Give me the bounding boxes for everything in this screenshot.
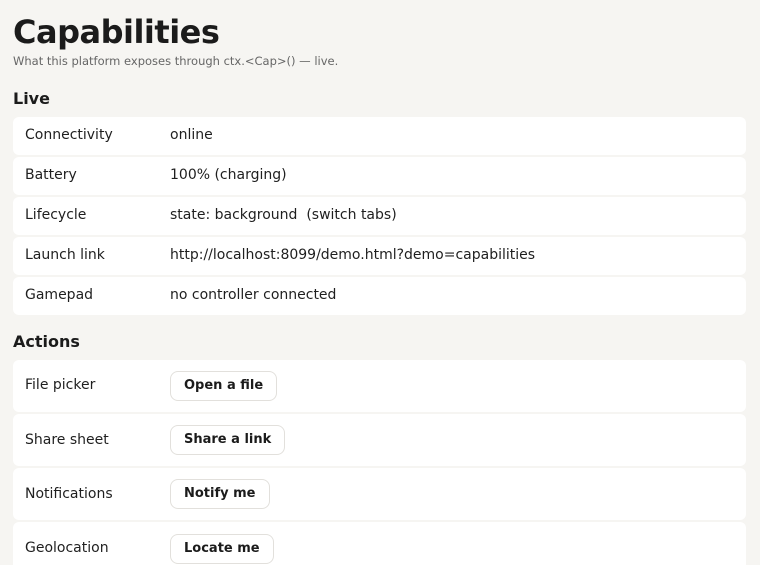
geolocation-label: Geolocation [25,540,109,556]
actions-section-heading: Actions [13,332,80,351]
lifecycle-value: state: background (switch tabs) [170,207,397,223]
live-row-lifecycle: Lifecycle state: background (switch tabs… [13,197,746,235]
share-link-button[interactable]: Share a link [170,425,286,455]
open-file-button[interactable]: Open a file [170,371,278,401]
page-subtitle: What this platform exposes through ctx.<… [13,54,339,68]
gamepad-label: Gamepad [25,287,94,303]
live-section-heading: Live [13,89,50,108]
action-row-share-sheet: Share sheet Share a link [13,414,746,466]
connectivity-label: Connectivity [25,127,113,143]
live-row-battery: Battery 100% (charging) [13,157,746,195]
connectivity-value: online [170,127,213,143]
action-row-geolocation: Geolocation Locate me [13,522,746,565]
battery-label: Battery [25,167,77,183]
capabilities-page: Capabilities What this platform exposes … [0,0,760,565]
notifications-label: Notifications [25,486,113,502]
notify-me-button[interactable]: Notify me [170,479,270,509]
action-row-file-picker: File picker Open a file [13,360,746,412]
lifecycle-label: Lifecycle [25,207,87,223]
action-row-notifications: Notifications Notify me [13,468,746,520]
file-picker-label: File picker [25,377,96,393]
live-row-connectivity: Connectivity online [13,117,746,155]
battery-value: 100% (charging) [170,167,287,183]
share-sheet-label: Share sheet [25,432,109,448]
live-row-launch-link: Launch link http://localhost:8099/demo.h… [13,237,746,275]
page-title: Capabilities [13,13,220,51]
launch-link-label: Launch link [25,247,105,263]
launch-link-value[interactable]: http://localhost:8099/demo.html?demo=cap… [170,247,535,263]
live-row-gamepad: Gamepad no controller connected [13,277,746,315]
gamepad-value: no controller connected [170,287,337,303]
locate-me-button[interactable]: Locate me [170,534,274,564]
